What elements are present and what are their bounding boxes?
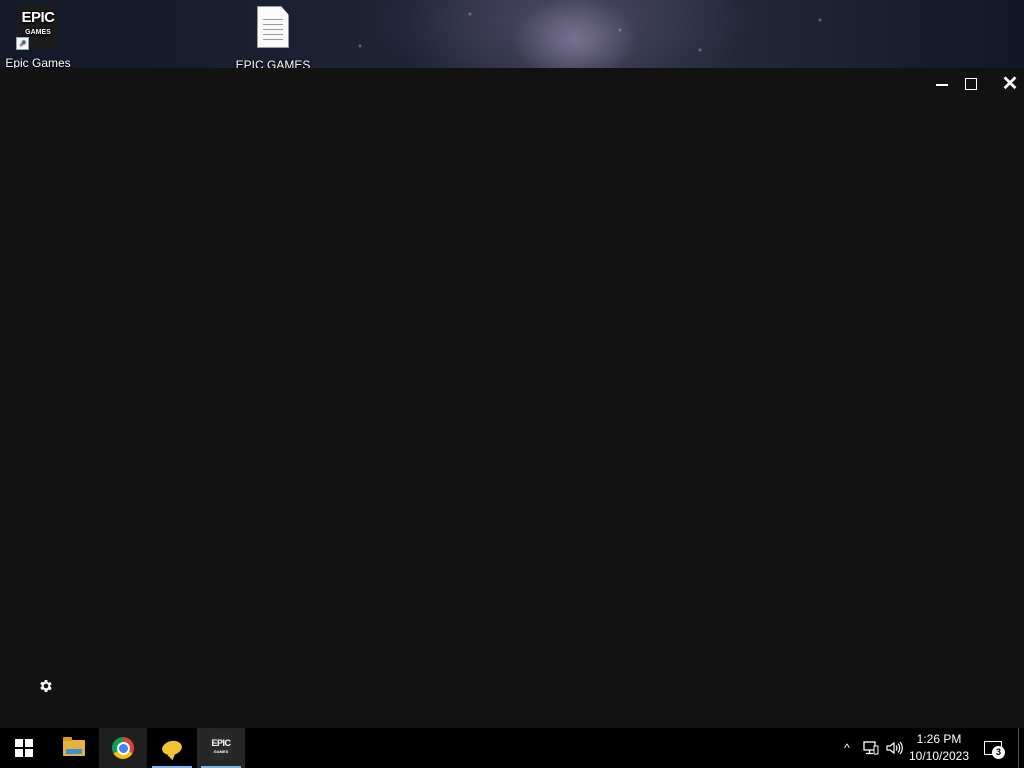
show-hidden-icons-button[interactable]: ^ xyxy=(836,728,858,768)
shortcut-arrow-icon: ↗ xyxy=(16,37,29,50)
epic-games-launcher-window: ✕ xyxy=(0,68,1024,728)
volume-tray-button[interactable] xyxy=(884,728,906,768)
windows-logo-icon xyxy=(15,739,33,757)
start-button[interactable] xyxy=(0,728,48,768)
close-button[interactable]: ✕ xyxy=(992,68,1024,100)
show-desktop-button[interactable] xyxy=(1018,728,1024,768)
speaker-icon xyxy=(886,741,903,755)
logo-text-line2: GAMES xyxy=(213,749,229,754)
gear-icon xyxy=(40,680,52,692)
clock-date: 10/10/2023 xyxy=(908,749,970,763)
speech-bubble-icon xyxy=(160,739,184,757)
chevron-up-icon: ^ xyxy=(844,741,850,755)
taskbar: EPIC GAMES ^ 1:26 PM 10/10/2023 3 xyxy=(0,728,1024,768)
action-center-button[interactable]: 3 xyxy=(980,728,1006,768)
logo-text-line1: EPIC xyxy=(21,9,55,26)
desktop-icon-epic-games-file[interactable]: EPIC GAMES xyxy=(235,4,311,72)
maximize-button[interactable] xyxy=(953,68,989,100)
maximize-icon xyxy=(965,78,977,90)
minimize-icon xyxy=(936,84,948,86)
desktop-icon-epic-games-shortcut[interactable]: EPIC GAMES ↗ Epic Games xyxy=(0,4,76,70)
taskbar-clock[interactable]: 1:26 PM 10/10/2023 xyxy=(904,731,974,765)
network-icon xyxy=(863,741,879,755)
taskbar-chat-app[interactable] xyxy=(148,728,196,768)
notification-count-badge: 3 xyxy=(992,746,1005,759)
text-document-icon xyxy=(251,6,295,56)
epic-games-logo-icon: EPIC GAMES xyxy=(210,735,232,761)
clock-time: 1:26 PM xyxy=(916,732,962,746)
chrome-icon xyxy=(112,737,134,759)
folder-icon xyxy=(63,737,85,756)
network-tray-button[interactable] xyxy=(860,728,882,768)
close-icon: ✕ xyxy=(1001,73,1019,95)
taskbar-epic-games-launcher[interactable]: EPIC GAMES xyxy=(197,728,245,768)
epic-games-logo-icon: EPIC GAMES ↗ xyxy=(16,4,60,54)
logo-text-line2: GAMES xyxy=(25,29,51,36)
logo-text-line1: EPIC xyxy=(211,738,231,748)
taskbar-chrome[interactable] xyxy=(99,728,147,768)
taskbar-file-explorer[interactable] xyxy=(50,728,98,768)
settings-button[interactable] xyxy=(34,674,58,698)
